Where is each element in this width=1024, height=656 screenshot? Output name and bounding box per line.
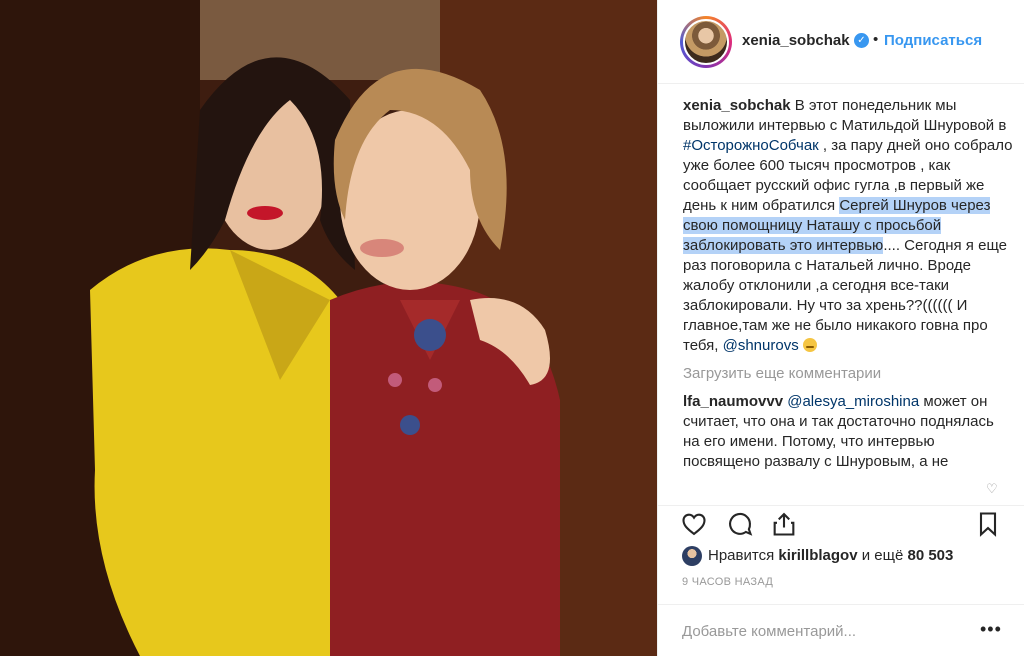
likes-user[interactable]: kirillblagov [778, 547, 857, 564]
comment-mention[interactable]: @alesya_miroshina [787, 393, 919, 410]
liker-avatar[interactable] [682, 546, 702, 566]
caption: xenia_sobchak В этот понедельник мы выло… [683, 96, 1013, 356]
grimacing-emoji-icon [802, 338, 817, 352]
add-comment-input[interactable] [682, 621, 972, 641]
likes-text[interactable]: Нравится kirillblagov и ещё 80 503 [708, 545, 953, 567]
comment-item: lfa_naumovvv @alesya_miroshina может он … [683, 392, 1013, 474]
follow-button[interactable]: Подписаться [884, 32, 982, 49]
action-bar [658, 505, 1024, 541]
author-username[interactable]: xenia_sobchak [742, 32, 850, 49]
caption-username[interactable]: xenia_sobchak [683, 97, 791, 114]
author-avatar-ring[interactable] [680, 16, 732, 68]
load-more-comments-button[interactable]: Загрузить еще комментарии [683, 364, 1013, 384]
photo-illustration [0, 0, 657, 656]
comment-username[interactable]: lfa_naumovvv [683, 393, 783, 410]
header-separator: • [873, 31, 879, 48]
author-avatar[interactable] [683, 19, 729, 65]
post-photo[interactable] [0, 0, 657, 656]
verified-icon: ✓ [854, 33, 869, 48]
post-header: xenia_sobchak ✓ • Подписаться [658, 0, 1024, 84]
likes-count[interactable]: 80 503 [907, 547, 953, 564]
comments-section: xenia_sobchak В этот понедельник мы выло… [683, 96, 1013, 474]
caption-hashtag[interactable]: #ОсторожноСобчак [683, 137, 819, 154]
comment-like-heart-icon[interactable]: ♡ [986, 482, 1000, 496]
likes-suffix: и ещё [857, 547, 908, 564]
add-comment-row: ••• [658, 604, 1024, 656]
bookmark-icon[interactable] [974, 510, 1004, 540]
caption-mention[interactable]: @shnurovs [723, 337, 799, 354]
post-details-panel: xenia_sobchak ✓ • Подписаться xenia_sobc… [657, 0, 1024, 656]
more-options-icon[interactable]: ••• [980, 619, 1002, 640]
post-timestamp[interactable]: 9 ЧАСОВ НАЗАД [682, 576, 773, 588]
likes-prefix: Нравится [708, 547, 779, 564]
share-upload-icon[interactable] [770, 510, 800, 540]
like-heart-icon[interactable] [680, 510, 710, 540]
comment-bubble-icon[interactable] [726, 510, 756, 540]
